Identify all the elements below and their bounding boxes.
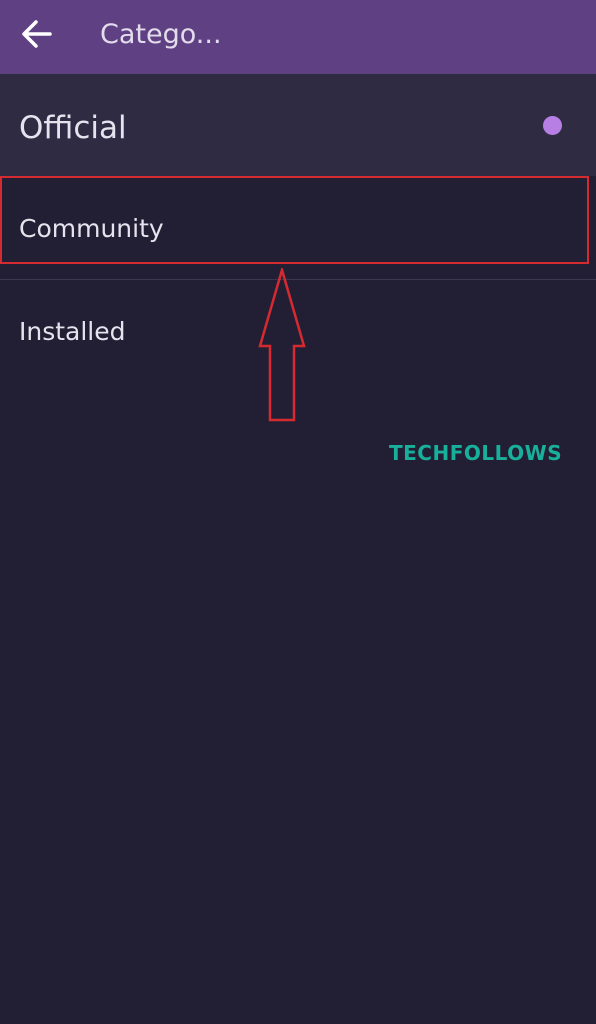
- back-button[interactable]: [14, 12, 60, 58]
- watermark-logo: TECHFOLLOWS: [389, 441, 563, 465]
- category-item-official[interactable]: Official: [0, 74, 596, 176]
- category-label-community: Community: [19, 214, 164, 243]
- list-divider: [0, 279, 596, 280]
- selected-indicator: [543, 116, 562, 135]
- category-item-installed[interactable]: Installed: [0, 278, 596, 380]
- page-title: Catego...: [100, 19, 222, 50]
- category-label-installed: Installed: [19, 317, 126, 346]
- category-label-official: Official: [19, 110, 127, 146]
- app-bar: Catego...: [0, 0, 596, 74]
- category-item-community[interactable]: Community: [0, 176, 596, 278]
- arrow-left-icon: [22, 20, 52, 48]
